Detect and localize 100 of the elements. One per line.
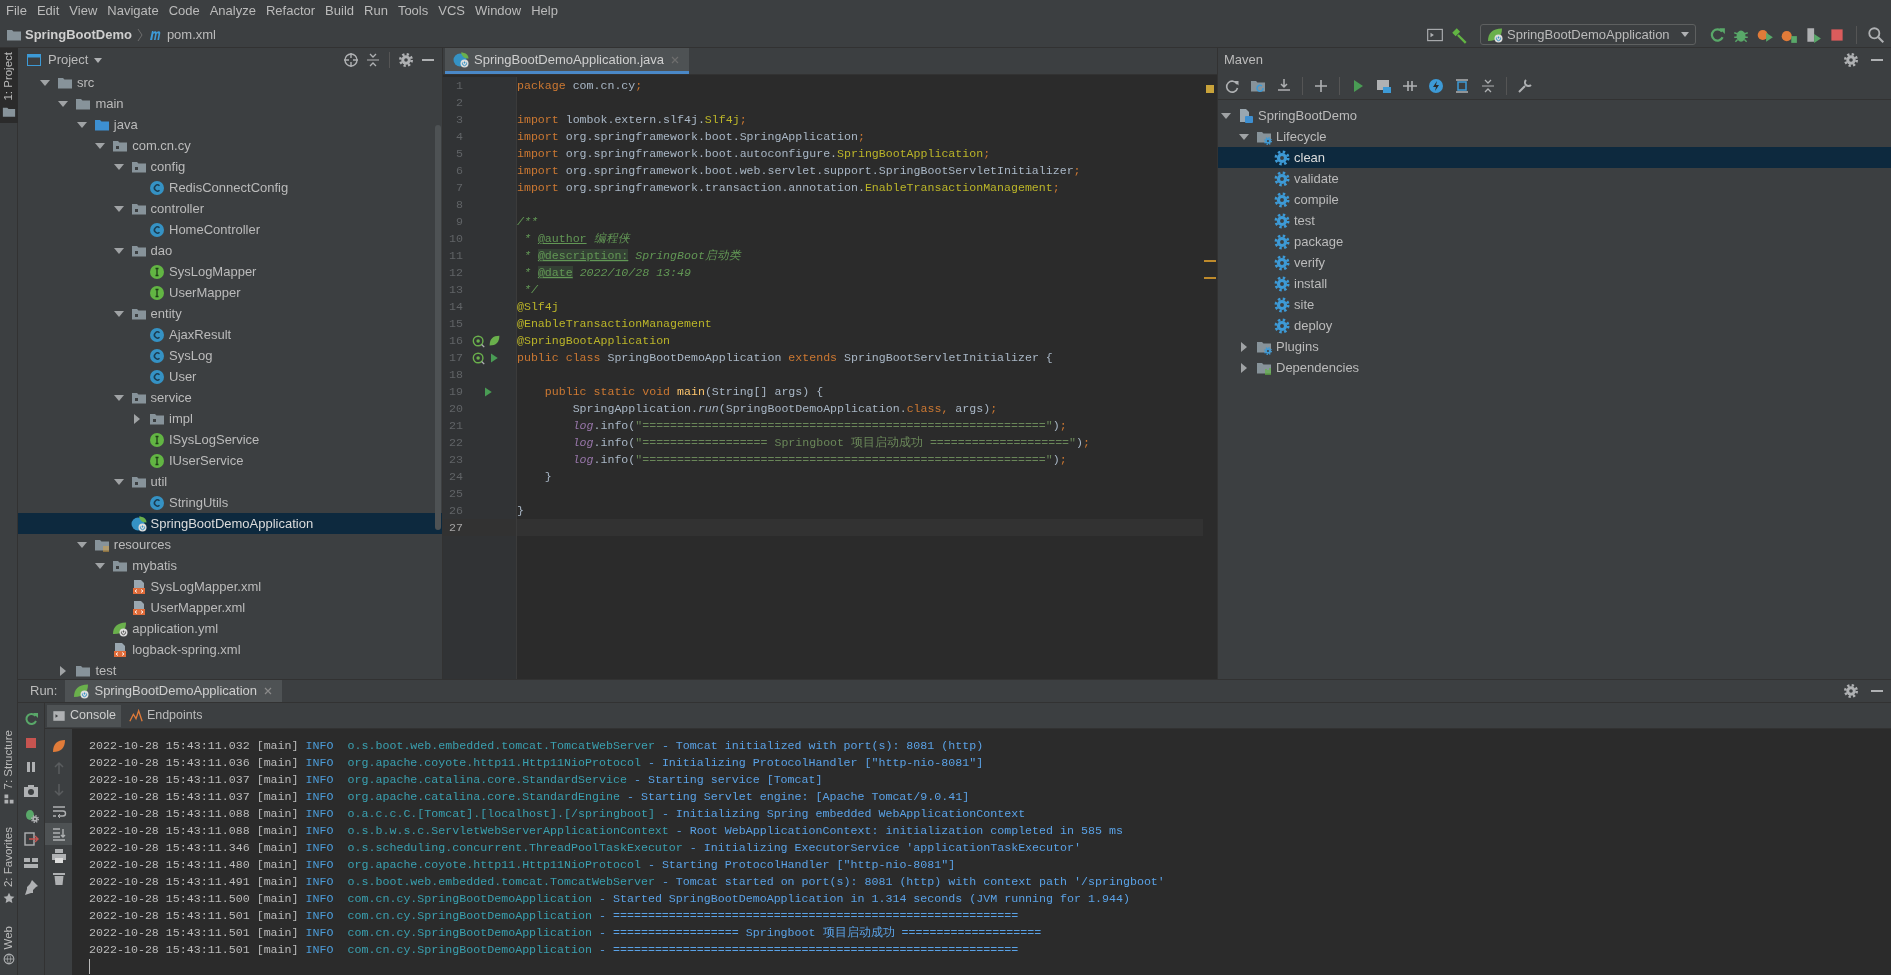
warning-marker[interactable] [1204,277,1216,279]
tree-item[interactable]: install [1218,273,1891,294]
tree-item[interactable]: ISysLogService [18,429,442,450]
tree-item[interactable]: package [1218,231,1891,252]
tree-item[interactable]: logback-spring.xml [18,639,442,660]
tree-item[interactable]: UserMapper [18,282,442,303]
tree-item[interactable]: SpringBootDemo [1218,105,1891,126]
tree-item[interactable]: resources [18,534,442,555]
menu-item[interactable]: Run [359,1,393,21]
run-icon[interactable] [488,351,500,364]
settings-icon[interactable] [398,52,414,68]
collapse-all-icon[interactable] [365,52,381,68]
tree-item[interactable]: User [18,366,442,387]
execute-goal-icon[interactable] [1376,77,1392,94]
refresh-icon[interactable] [1224,77,1240,94]
pin-icon[interactable] [23,879,39,895]
tree-item[interactable]: StringUtils [18,492,442,513]
menu-item[interactable]: Window [469,1,527,21]
tree-item[interactable]: AjaxResult [18,324,442,345]
rerun-icon[interactable] [23,711,39,727]
tree-item[interactable]: controller [18,198,442,219]
breadcrumb-item[interactable]: SpringBootDemo [6,24,132,45]
warning-marker[interactable] [1204,260,1216,262]
tree-item[interactable]: config [18,156,442,177]
tree-item[interactable]: HomeController [18,219,442,240]
tree-item[interactable]: validate [1218,168,1891,189]
tool-window-button[interactable]: 7: Structure [0,726,18,810]
tree-item[interactable]: Plugins [1218,336,1891,357]
menu-item[interactable]: View [64,1,103,21]
tree-item[interactable]: Dependencies [1218,357,1891,378]
breadcrumb-item[interactable]: pom.xml [147,24,216,45]
tool-window-button[interactable]: 1: Project [0,48,18,123]
tree-item[interactable]: RedisConnectConfig [18,177,442,198]
caret-down-icon[interactable] [94,57,103,63]
tree-item[interactable]: clean [1218,147,1891,168]
tree-item[interactable]: application.yml [18,618,442,639]
menu-item[interactable]: Edit [31,1,65,21]
menu-item[interactable]: VCS [433,1,470,21]
tree-item[interactable]: SysLogMapper [18,261,442,282]
tree-item[interactable]: service [18,387,442,408]
attach-icon[interactable] [1804,25,1822,44]
tree-item[interactable]: test [1218,210,1891,231]
menu-item[interactable]: Help [526,1,563,21]
rerun-icon[interactable] [1708,25,1726,44]
locate-icon[interactable] [343,52,359,68]
settings-icon[interactable] [1843,683,1859,699]
trash-icon[interactable] [50,870,67,886]
tree-item[interactable]: impl [18,408,442,429]
menu-item[interactable]: Build [320,1,359,21]
camera-icon[interactable] [23,783,39,799]
scroll-to-end-icon[interactable] [50,826,67,842]
menu-item[interactable]: Analyze [204,1,261,21]
menu-item[interactable]: Navigate [102,1,164,21]
tree-item[interactable]: SysLog [18,345,442,366]
diagram-icon[interactable] [1454,77,1470,94]
tree-item[interactable]: site [1218,294,1891,315]
stop-icon[interactable] [23,735,39,751]
tree-item[interactable]: main [18,93,442,114]
tree-item[interactable]: SpringBootDemoApplication [18,513,442,534]
console-tab[interactable]: Console [47,704,121,727]
tree-item[interactable]: IUserService [18,450,442,471]
spring-leaf-icon[interactable] [488,334,501,347]
console-tab[interactable]: Endpoints [123,704,208,727]
settings-icon[interactable] [1843,52,1859,68]
warning-marker[interactable] [1206,85,1214,93]
menu-item[interactable]: Code [163,1,205,21]
menu-item[interactable]: Tools [392,1,434,21]
skip-tests-icon[interactable] [1428,77,1444,94]
tree-item[interactable]: deploy [1218,315,1891,336]
tool-window-button[interactable]: Web [0,921,18,969]
tree-item[interactable]: UserMapper.xml [18,597,442,618]
add-icon[interactable] [1313,77,1329,94]
collapse-all-icon[interactable] [1480,77,1496,94]
tree-item[interactable]: mybatis [18,555,442,576]
tree-item[interactable]: java [18,114,442,135]
run-tab[interactable]: SpringBootDemoApplication [65,680,283,702]
tree-item[interactable]: SysLogMapper.xml [18,576,442,597]
tree-item[interactable]: com.cn.cy [18,135,442,156]
tree-item[interactable]: test [18,660,442,679]
print-icon[interactable] [50,848,67,864]
tree-item[interactable]: src [18,72,442,93]
tree-item[interactable]: entity [18,303,442,324]
search-icon[interactable] [1867,25,1885,44]
panel-title[interactable]: Project [48,50,89,70]
tree-item[interactable]: util [18,471,442,492]
tree-item[interactable]: verify [1218,252,1891,273]
soft-wrap-icon[interactable] [50,804,67,820]
exit-icon[interactable] [23,831,39,847]
run-configuration-dropdown[interactable]: SpringBootDemoApplication [1480,24,1696,45]
wrench-icon[interactable] [1517,77,1533,94]
menu-item[interactable]: Refactor [260,1,321,21]
layout-icon[interactable] [23,855,39,871]
tree-item[interactable]: Lifecycle [1218,126,1891,147]
tool-window-button[interactable]: 2: Favorites [0,823,18,908]
tree-item[interactable]: dao [18,240,442,261]
run-icon[interactable] [482,385,494,398]
menu-item[interactable]: File [1,1,32,21]
download-icon[interactable] [1276,77,1292,94]
editor-tab[interactable]: SpringBootDemoApplication.java [445,48,690,74]
tree-item[interactable]: compile [1218,189,1891,210]
